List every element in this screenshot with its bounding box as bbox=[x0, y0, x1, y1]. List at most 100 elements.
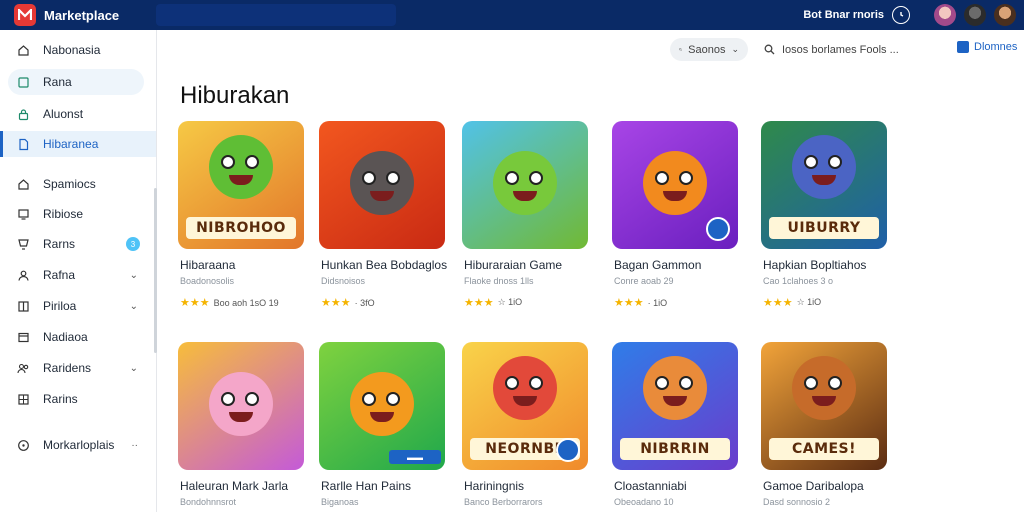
user-label[interactable]: Bot Bnar rnoris bbox=[803, 9, 884, 21]
character-illustration bbox=[350, 372, 414, 436]
sidebar-item-rarns[interactable]: Rarns 3 bbox=[0, 231, 152, 257]
avatar[interactable] bbox=[994, 4, 1016, 26]
sidebar-item-piriloa[interactable]: Piriloa ⌄ bbox=[0, 293, 152, 319]
person-icon bbox=[16, 268, 30, 282]
app-thumbnail[interactable]: CAMES! bbox=[761, 342, 887, 470]
app-card[interactable]: NIBROHOO Hibaraana Boadonosolis ★★★ Boo … bbox=[178, 121, 308, 309]
app-card[interactable]: ▬▬ Rarlle Han Pains Biganoas bbox=[319, 342, 449, 507]
eye-icon bbox=[804, 155, 818, 169]
app-card[interactable]: Bagan Gammon Conre aoab 29 ★★★ · 1iO bbox=[612, 121, 742, 309]
play-icon[interactable] bbox=[706, 217, 730, 241]
app-name[interactable]: Haleuran Mark Jarla bbox=[180, 479, 288, 493]
avatar[interactable] bbox=[934, 4, 956, 26]
app-thumbnail[interactable] bbox=[462, 121, 588, 249]
sidebar-item-rarins[interactable]: Rarins bbox=[0, 386, 152, 412]
eye-icon bbox=[221, 392, 235, 406]
eye-icon bbox=[245, 392, 259, 406]
app-name[interactable]: Hapkian Bopltiahos bbox=[763, 258, 866, 272]
box-icon bbox=[16, 330, 30, 344]
avatar[interactable] bbox=[964, 4, 986, 26]
app-name[interactable]: Rarlle Han Pains bbox=[321, 479, 411, 493]
app-name[interactable]: Cloastanniabi bbox=[614, 479, 687, 493]
sidebar-item-spamiocs[interactable]: Spamiocs bbox=[0, 171, 152, 197]
play-icon[interactable] bbox=[556, 438, 580, 462]
page-title: Hiburakan bbox=[180, 82, 290, 109]
eye-icon bbox=[655, 376, 669, 390]
sidebar: Nabonasia Rana Aluonst Hibaranea Spamioc… bbox=[0, 30, 157, 512]
app-card[interactable]: NEORNBE Hariningnis Banco Berborrarors bbox=[462, 342, 592, 507]
chevron-down-icon[interactable]: ⌄ bbox=[130, 270, 138, 281]
app-thumbnail[interactable]: NEORNBE bbox=[462, 342, 588, 470]
star-rating-icon: ★★★ bbox=[763, 297, 793, 309]
star-rating-icon: ★★★ bbox=[321, 297, 351, 309]
eye-icon bbox=[529, 171, 543, 185]
sidebar-item-label: Ribiose bbox=[43, 207, 84, 221]
sidebar-scrollbar[interactable] bbox=[154, 188, 157, 353]
action-button[interactable]: Dlomnes bbox=[957, 41, 1017, 53]
app-card[interactable]: NIBRRIN Cloastanniabi Obeoadano 10 bbox=[612, 342, 742, 507]
sidebar-item-label: Rarns bbox=[43, 237, 76, 251]
app-card[interactable]: UIBURRY Hapkian Bopltiahos Cao 1clahoes … bbox=[761, 121, 891, 309]
character-illustration bbox=[493, 356, 557, 420]
chevron-down-icon[interactable]: ⌄ bbox=[130, 301, 138, 312]
app-thumbnail[interactable]: ▬▬ bbox=[319, 342, 445, 470]
app-card[interactable]: Hiburaraian Game Flaoke dnoss 1lls ★★★ ☆… bbox=[462, 121, 592, 309]
app-thumbnail[interactable]: NIBRRIN bbox=[612, 342, 738, 470]
info-icon bbox=[16, 438, 30, 452]
app-subtitle: Bondohnnsrot bbox=[180, 497, 237, 507]
app-name[interactable]: Hunkan Bea Bobdaglos bbox=[321, 258, 447, 272]
sidebar-item-rana[interactable]: Rana bbox=[8, 69, 144, 95]
clock-icon[interactable] bbox=[892, 6, 910, 24]
mouth-icon bbox=[370, 191, 394, 201]
sidebar-item-label: Piriloa bbox=[43, 299, 77, 313]
sidebar-item-rafna[interactable]: Rafna ⌄ bbox=[0, 262, 152, 288]
app-name[interactable]: Bagan Gammon bbox=[614, 258, 701, 272]
app-card[interactable]: Hunkan Bea Bobdaglos Didsnoisos ★★★ · 3f… bbox=[319, 121, 449, 309]
app-name[interactable]: Hariningnis bbox=[464, 479, 524, 493]
thumbnail-banner: NIBROHOO bbox=[186, 217, 296, 239]
app-subtitle: Obeoadano 10 bbox=[614, 497, 674, 507]
sidebar-item-nabonasia[interactable]: Nabonasia bbox=[0, 37, 152, 63]
marketplace-logo-icon[interactable] bbox=[14, 4, 36, 26]
sidebar-item-raridens[interactable]: Raridens ⌄ bbox=[0, 355, 152, 381]
filter-dropdown[interactable]: Saonos ⌄ bbox=[670, 38, 748, 61]
rating: ★★★ ☆ 1iO bbox=[464, 296, 522, 309]
app-card[interactable]: CAMES! Gamoe Daribalopa Dasd sonnosio 2 bbox=[761, 342, 891, 507]
global-search-bar[interactable] bbox=[156, 4, 396, 26]
eye-icon bbox=[505, 376, 519, 390]
sidebar-item-ribiose[interactable]: Ribiose bbox=[0, 201, 152, 227]
sidebar-item-label: Aluonst bbox=[43, 107, 84, 121]
sidebar-item-morkarloplais[interactable]: Morkarloplais ·· bbox=[0, 432, 152, 458]
mouth-icon bbox=[812, 175, 836, 185]
sidebar-item-label: Spamiocs bbox=[43, 177, 96, 191]
search-text: Iosos borlames Fools ... bbox=[782, 43, 899, 56]
tag-badge: ▬▬ bbox=[389, 450, 441, 464]
rating-meta: ☆ 1iO bbox=[796, 297, 822, 307]
app-card[interactable]: Haleuran Mark Jarla Bondohnnsrot bbox=[178, 342, 308, 507]
app-name[interactable]: Hibaraana bbox=[180, 258, 235, 272]
app-name[interactable]: Gamoe Daribalopa bbox=[763, 479, 864, 493]
sidebar-item-hibaranea[interactable]: Hibaranea bbox=[0, 131, 156, 157]
app-name[interactable]: Hiburaraian Game bbox=[464, 258, 562, 272]
more-icon[interactable]: ·· bbox=[131, 440, 138, 451]
checkbox-icon bbox=[957, 41, 969, 53]
filter-label: Saonos bbox=[688, 43, 726, 56]
search-input[interactable]: Iosos borlames Fools ... bbox=[758, 38, 910, 61]
app-thumbnail[interactable] bbox=[612, 121, 738, 249]
eye-icon bbox=[245, 155, 259, 169]
home-icon bbox=[16, 177, 30, 191]
grid-icon bbox=[16, 392, 30, 406]
rating-meta: ☆ 1iO bbox=[497, 297, 523, 307]
eye-icon bbox=[804, 376, 818, 390]
app-thumbnail[interactable]: NIBROHOO bbox=[178, 121, 304, 249]
thumbnail-banner: NIBRRIN bbox=[620, 438, 730, 460]
app-thumbnail[interactable] bbox=[319, 121, 445, 249]
app-subtitle: Conre aoab 29 bbox=[614, 276, 674, 286]
people-icon bbox=[16, 361, 30, 375]
app-thumbnail[interactable] bbox=[178, 342, 304, 470]
app-thumbnail[interactable]: UIBURRY bbox=[761, 121, 887, 249]
chevron-down-icon[interactable]: ⌄ bbox=[130, 363, 138, 374]
sidebar-item-nadiaoa[interactable]: Nadiaoa bbox=[0, 324, 152, 350]
rating-meta: · 3fO bbox=[354, 297, 375, 308]
sidebar-item-aluonst[interactable]: Aluonst bbox=[0, 101, 152, 127]
